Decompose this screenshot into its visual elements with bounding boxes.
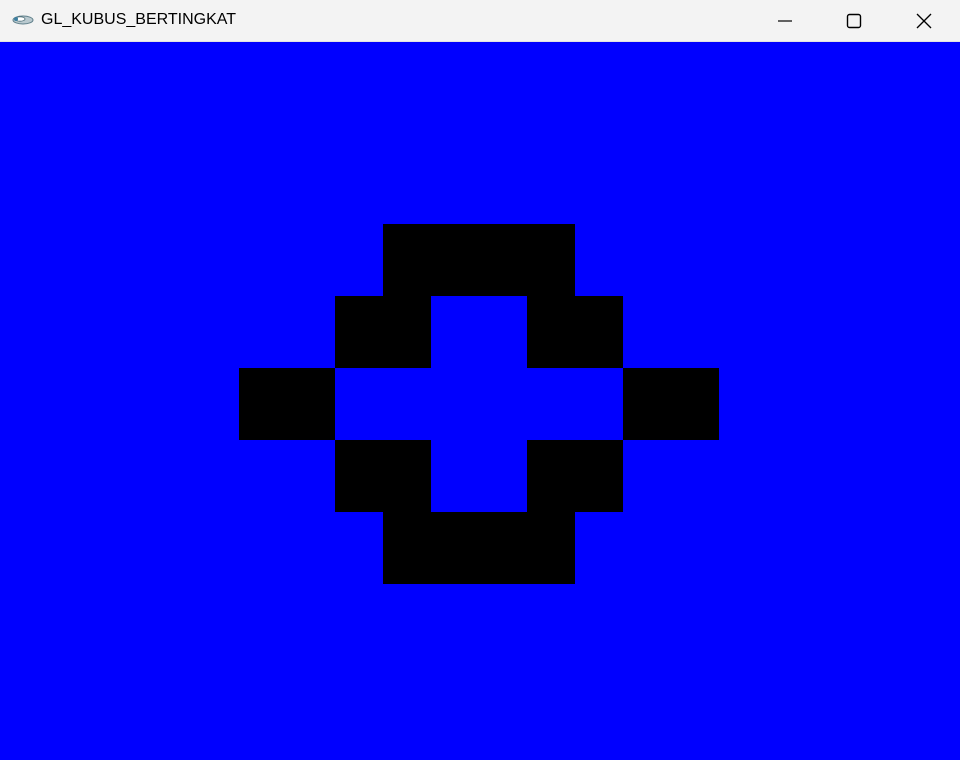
close-button[interactable]: [889, 0, 959, 41]
minimize-button[interactable]: [750, 0, 820, 41]
app-window: GL_KUBUS_BERTINGKAT: [0, 0, 960, 760]
drawing-block: [383, 512, 575, 584]
title-bar[interactable]: GL_KUBUS_BERTINGKAT: [0, 0, 960, 42]
render-canvas[interactable]: [0, 42, 960, 760]
maximize-button[interactable]: [819, 0, 889, 41]
drawing-block: [527, 296, 623, 368]
maximize-icon: [846, 13, 862, 29]
minimize-icon: [778, 20, 792, 22]
app-icon: [11, 12, 35, 28]
window-title: GL_KUBUS_BERTINGKAT: [41, 11, 237, 28]
drawing-block: [383, 224, 575, 296]
close-icon: [916, 13, 932, 29]
stepped-cube-drawing: [239, 224, 719, 584]
drawing-block: [527, 440, 623, 512]
drawing-block: [623, 368, 719, 440]
drawing-block: [239, 368, 335, 440]
drawing-block: [335, 296, 431, 368]
drawing-block: [335, 440, 431, 512]
